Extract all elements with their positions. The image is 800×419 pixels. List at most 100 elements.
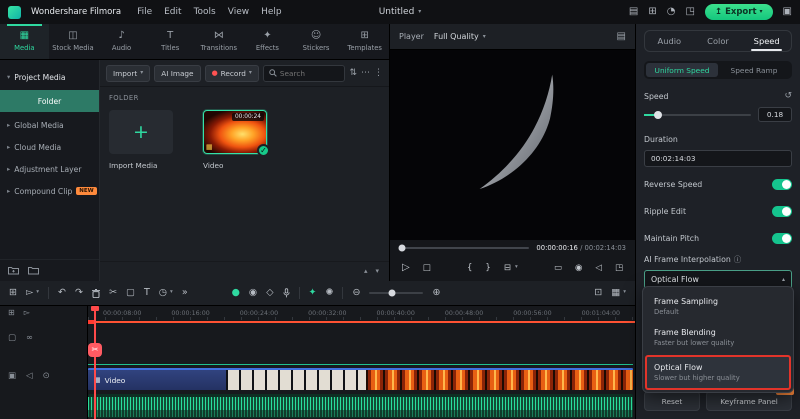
fullscreen-icon[interactable]: ◳ <box>615 264 623 273</box>
maintain-pitch-toggle[interactable] <box>772 233 792 244</box>
track-lock-icon[interactable]: ▣ <box>8 372 16 381</box>
speed-value-field[interactable]: 0.18 <box>758 107 792 122</box>
chevron-down-icon[interactable]: ▾ <box>623 290 626 296</box>
denoise-icon[interactable]: ✺ <box>326 288 334 298</box>
playhead-cut-handle[interactable]: ✂ <box>88 343 102 357</box>
zoom-in-icon[interactable]: ⊕ <box>432 288 440 298</box>
record-button[interactable]: ● Record ▾ <box>204 64 259 82</box>
sidebar-item-adjustment-layer[interactable]: ▸ Adjustment Layer <box>0 158 99 180</box>
preview-viewport[interactable] <box>390 50 635 240</box>
text-tool-icon[interactable]: T <box>144 288 150 298</box>
play-button[interactable]: ▷ <box>402 263 410 273</box>
speed-slider[interactable] <box>644 110 751 119</box>
more-options-icon[interactable]: ⋯ <box>361 68 370 78</box>
seek-knob[interactable] <box>398 244 406 251</box>
motion-track-icon[interactable]: ◉ <box>249 288 257 298</box>
time-ruler[interactable]: 00:00:08:00 00:00:16:00 00:00:24:00 00:0… <box>88 306 635 320</box>
view-options-icon[interactable]: ⋮ <box>374 68 383 78</box>
mask-icon[interactable]: ◇ <box>266 288 273 298</box>
link-clips-icon[interactable]: ∞ <box>26 334 33 343</box>
split-scissors-icon[interactable]: ✂ <box>109 288 117 298</box>
option-optical-flow[interactable]: Optical Flow Slower but higher quality <box>645 355 791 390</box>
reverse-speed-toggle[interactable] <box>772 179 792 190</box>
chevron-right-icon[interactable]: ▸ <box>7 122 10 129</box>
ai-audio-icon[interactable]: ✦ <box>309 288 317 298</box>
tab-audio-props[interactable]: Audio <box>645 31 694 51</box>
zoom-knob[interactable] <box>388 289 396 297</box>
pointer-tool-icon[interactable]: ▻ <box>26 288 33 298</box>
panel-layout-icon[interactable]: ▣ <box>783 7 792 17</box>
uniform-speed-segment[interactable]: Uniform Speed <box>646 63 718 77</box>
seek-bar[interactable] <box>398 244 530 251</box>
sidebar-item-cloud-media[interactable]: ▸ Cloud Media <box>0 136 99 158</box>
clip-box-icon[interactable]: ▢ <box>8 334 16 343</box>
tab-stock-media[interactable]: ◫ Stock Media <box>49 24 98 59</box>
audio-clip[interactable] <box>88 394 633 418</box>
stop-button[interactable]: □ <box>423 264 431 273</box>
search-input[interactable] <box>279 68 340 78</box>
menu-view[interactable]: View <box>228 7 249 17</box>
keyframe-panel-button[interactable]: Keyframe Panel NEW <box>706 387 794 411</box>
playhead[interactable]: ✂ <box>88 306 102 419</box>
timeline-zoom-slider[interactable] <box>369 289 424 297</box>
undo-icon[interactable]: ↶ <box>58 288 66 298</box>
ai-image-button[interactable]: AI Image <box>154 64 201 82</box>
chevron-down-icon[interactable]: ▾ <box>515 265 518 271</box>
sidebar-item-compound-clip[interactable]: ▸ Compound Clip NEW <box>0 180 99 202</box>
speed-slider-knob[interactable] <box>653 110 662 119</box>
reset-speed-icon[interactable]: ↺ <box>784 92 792 101</box>
volume-icon[interactable]: ◁ <box>595 264 602 273</box>
collapse-down-icon[interactable]: ▾ <box>375 268 379 275</box>
tab-transitions[interactable]: ⋈ Transitions <box>195 24 244 59</box>
sidebar-item-project-media[interactable]: ▾ Project Media <box>0 66 99 88</box>
tab-stickers[interactable]: ☺ Stickers <box>292 24 341 59</box>
option-frame-sampling[interactable]: Frame Sampling Default <box>647 291 789 322</box>
import-media-thumb[interactable]: + <box>109 110 173 154</box>
snapshot-icon[interactable]: ◉ <box>575 264 582 273</box>
menu-edit[interactable]: Edit <box>164 7 181 17</box>
tab-effects[interactable]: ✦ Effects <box>243 24 292 59</box>
fit-timeline-icon[interactable]: ⊡ <box>594 288 602 298</box>
import-media-tile[interactable]: + Import Media <box>109 110 173 170</box>
chevron-down-icon[interactable]: ▾ <box>170 290 173 296</box>
crop-icon[interactable]: ▢ <box>126 288 135 298</box>
screen-ratio-icon[interactable]: ▭ <box>554 264 562 273</box>
speed-tool-icon[interactable]: ◷ <box>159 288 167 298</box>
tab-templates[interactable]: ⊞ Templates <box>340 24 389 59</box>
focus-mode-icon[interactable]: ◳ <box>685 7 694 17</box>
compare-view-icon[interactable]: ▤ <box>617 31 626 42</box>
project-menu-icon[interactable]: ▾ <box>418 9 421 15</box>
redo-icon[interactable]: ↷ <box>75 288 83 298</box>
video-clip-tile[interactable]: 00:00:24 ▦ ✓ Video <box>203 110 270 170</box>
import-button[interactable]: Import ▾ <box>106 64 151 82</box>
delete-icon[interactable] <box>91 288 100 298</box>
tab-speed-props[interactable]: Speed <box>742 31 791 51</box>
snap-icon[interactable]: ▻ <box>24 309 30 317</box>
chevron-right-icon[interactable]: ▸ <box>7 166 10 173</box>
ripple-edit-toggle[interactable] <box>772 206 792 217</box>
tab-audio[interactable]: ♪ Audio <box>97 24 146 59</box>
apps-icon[interactable]: ⊞ <box>648 7 656 17</box>
track-hide-icon[interactable]: ⊙ <box>43 372 50 381</box>
chevron-right-icon[interactable]: ▸ <box>7 144 10 151</box>
playhead-grip[interactable] <box>91 306 99 311</box>
workspace-layout-icon[interactable]: ▤ <box>629 7 638 17</box>
search-box[interactable] <box>262 64 346 82</box>
menu-file[interactable]: File <box>137 7 152 17</box>
more-tools-icon[interactable]: » <box>182 288 188 298</box>
sidebar-item-global-media[interactable]: ▸ Global Media <box>0 114 99 136</box>
folder-icon[interactable] <box>28 266 39 275</box>
menu-help[interactable]: Help <box>261 7 282 17</box>
tab-color-props[interactable]: Color <box>694 31 743 51</box>
chevron-down-icon[interactable]: ▾ <box>7 74 10 81</box>
collapse-up-icon[interactable]: ▴ <box>364 268 368 275</box>
tab-media[interactable]: ▦ Media <box>0 24 49 59</box>
zoom-out-icon[interactable]: ⊖ <box>352 288 360 298</box>
smart-cut-icon[interactable]: ● <box>232 288 240 298</box>
tab-titles[interactable]: T Titles <box>146 24 195 59</box>
mark-out-icon[interactable]: } <box>485 264 490 273</box>
project-title-group[interactable]: Untitled ▾ <box>379 7 422 17</box>
mark-in-icon[interactable]: { <box>467 264 472 273</box>
export-button[interactable]: ↥ Export ▾ <box>704 4 773 20</box>
notifications-icon[interactable]: ◔ <box>667 7 676 17</box>
